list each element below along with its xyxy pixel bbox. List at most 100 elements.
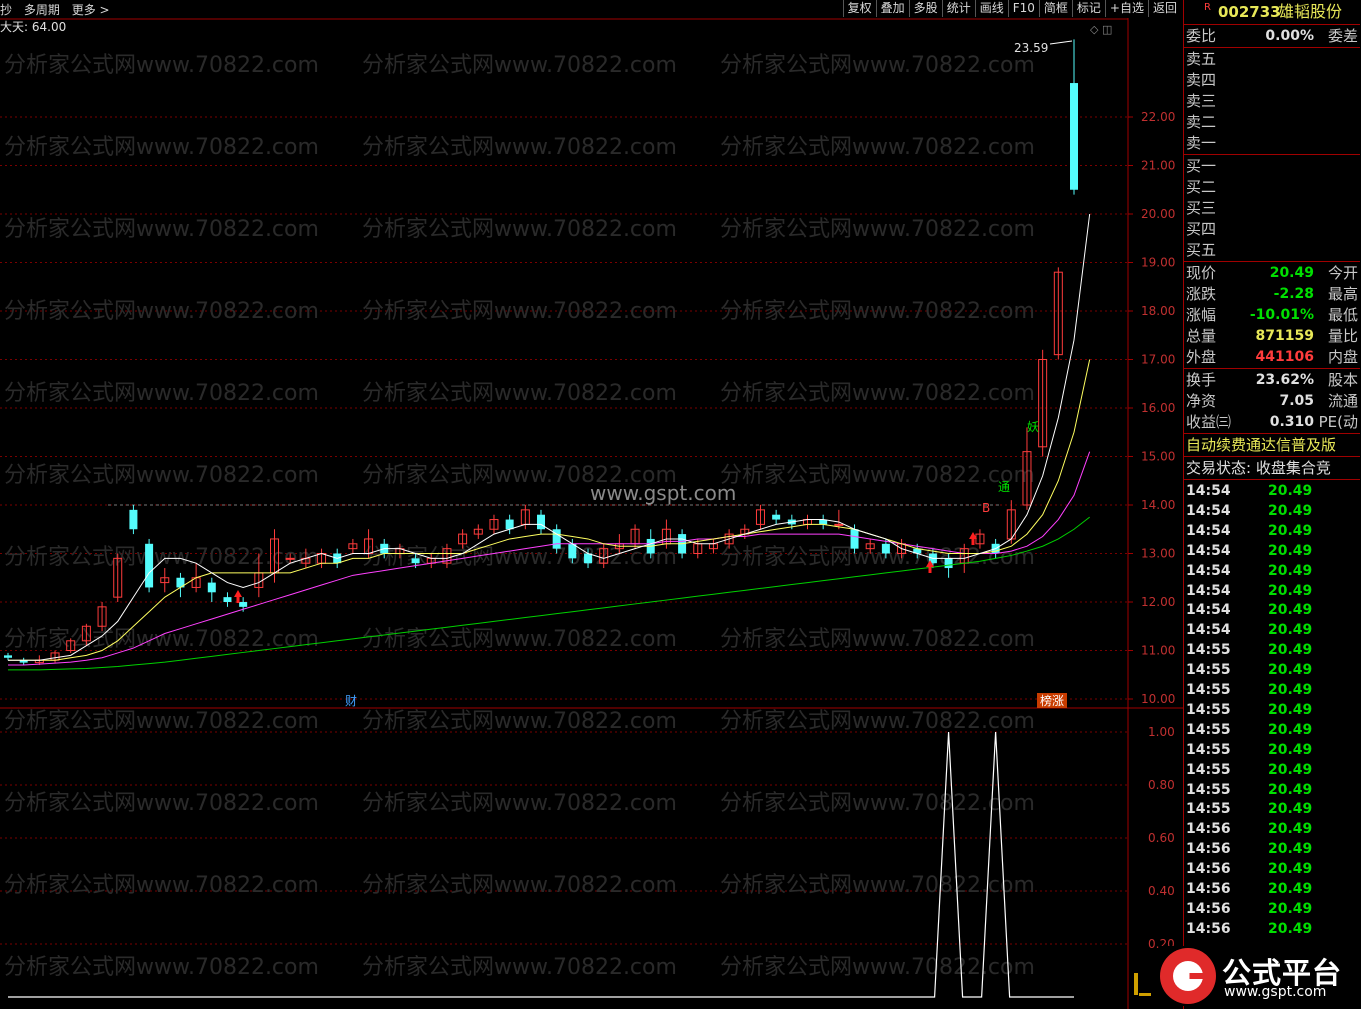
candle-body xyxy=(223,597,232,602)
tick-price: 20.49 xyxy=(1268,701,1313,718)
tick-time: 14:54 xyxy=(1186,483,1231,499)
sell-level-row: 卖二 xyxy=(1184,112,1360,132)
tick-time: 14:56 xyxy=(1186,841,1231,858)
tick-row: 14:54 20.49 xyxy=(1184,581,1360,601)
overlay-button[interactable]: 叠加 xyxy=(875,0,909,17)
stat-label: 现价 xyxy=(1186,264,1217,282)
toolbar-left: 抄 多周期 更多 > xyxy=(0,1,118,18)
r-flag: R xyxy=(1204,2,1211,13)
candle-body xyxy=(584,553,593,564)
tick-price: 20.49 xyxy=(1268,841,1313,858)
watermark-text: 分析家公式网www.70822.com xyxy=(362,381,677,406)
fuquan-button[interactable]: 复权 xyxy=(842,0,876,17)
tick-row: 14:56 20.49 xyxy=(1184,839,1360,859)
watermark-text: 分析家公式网www.70822.com xyxy=(362,791,677,816)
buy-level-row: 买三 xyxy=(1184,198,1360,218)
tick-time: 14:56 xyxy=(1186,920,1231,937)
sell-level-label: 卖四 xyxy=(1186,71,1217,89)
toolbar-item-multi-period[interactable]: 多周期 xyxy=(24,3,60,17)
logo-url: www.gspt.com xyxy=(1224,984,1327,1000)
tick-price: 20.49 xyxy=(1268,562,1313,579)
tick-time: 14:55 xyxy=(1186,741,1231,758)
buy-level-label: 买四 xyxy=(1186,220,1217,238)
tick-row: 14:54 20.49 xyxy=(1184,481,1360,501)
watermark-text: 分析家公式网www.70822.com xyxy=(362,299,677,324)
sell-level-row: 卖一 xyxy=(1184,133,1360,153)
fundamental-label: 换手 xyxy=(1186,371,1217,389)
watermark-text: 分析家公式网www.70822.com xyxy=(362,53,677,78)
watermark-text: 分析家公式网www.70822.com xyxy=(362,873,677,898)
add-watchlist-button[interactable]: +自选 xyxy=(1104,0,1148,17)
weicha-label: 委差 xyxy=(1327,27,1358,45)
watermark-text: 分析家公式网www.70822.com xyxy=(720,627,1035,652)
price-axis-label: 14.00 xyxy=(1141,498,1175,512)
watermark-gspt: www.gspt.com xyxy=(590,481,736,505)
tick-price: 20.49 xyxy=(1268,721,1313,738)
fundamental-value: 23.62% xyxy=(1255,372,1314,388)
fundamental-label-right: PE(动 xyxy=(1318,413,1358,431)
tick-row: 14:54 20.49 xyxy=(1184,620,1360,640)
tick-row: 14:55 20.49 xyxy=(1184,780,1360,800)
stat-value: 20.49 xyxy=(1269,265,1314,281)
kline-chart[interactable]: 22.00 21.00 20.00 19.00 18.00 17.00 16.00 15.00… xyxy=(0,18,1183,1009)
watermark-text: 分析家公式网www.70822.com xyxy=(720,545,1035,570)
quote-stat-row: 外盘 441106 内盘 xyxy=(1184,347,1360,367)
weibi-value: 0.00% xyxy=(1265,28,1314,44)
simple-frame-button[interactable]: 简框 xyxy=(1038,0,1072,17)
price-axis-label: 19.00 xyxy=(1141,256,1175,270)
tick-price: 20.49 xyxy=(1268,602,1313,619)
stats-button[interactable]: 统计 xyxy=(941,0,975,17)
tick-time: 14:54 xyxy=(1186,562,1231,579)
sub-axis-label: 0.60 xyxy=(1148,831,1175,845)
candle-body xyxy=(537,514,545,530)
candle-body xyxy=(834,523,844,526)
tick-time: 14:54 xyxy=(1186,582,1231,599)
tick-row: 14:56 20.49 xyxy=(1184,899,1360,919)
tick-row: 14:55 20.49 xyxy=(1184,760,1360,780)
watermark-text: 分析家公式网www.70822.com xyxy=(720,709,1035,734)
stat-value: 871159 xyxy=(1255,328,1314,344)
fundamental-row: 换手 23.62% 股本 xyxy=(1184,370,1360,390)
quote-stat-row: 涨幅 -10.01% 最低 xyxy=(1184,305,1360,325)
draw-line-button[interactable]: 画线 xyxy=(974,0,1008,17)
watermark-text: 分析家公式网www.70822.com xyxy=(4,53,319,78)
ticker-banner[interactable]: 自动续费通达信普及版 xyxy=(1184,435,1360,455)
stat-label: 涨幅 xyxy=(1186,306,1217,324)
buy-level-row: 买四 xyxy=(1184,219,1360,239)
watermark-text: 分析家公式网www.70822.com xyxy=(720,381,1035,406)
panel-separator xyxy=(1184,479,1360,480)
watermark-text: 分析家公式网www.70822.com xyxy=(720,135,1035,160)
quote-stat-row: 总量 871159 量比 xyxy=(1184,326,1360,346)
yao-marker: 妖 xyxy=(1027,420,1039,434)
fundamental-row: 收益㈢ 0.310 PE(动 xyxy=(1184,412,1360,432)
buy-level-label: 买三 xyxy=(1186,199,1217,217)
tick-row: 14:56 20.49 xyxy=(1184,819,1360,839)
tick-row: 14:54 20.49 xyxy=(1184,501,1360,521)
tick-time: 14:56 xyxy=(1186,881,1231,897)
toolbar-item-more[interactable]: 更多 > xyxy=(72,3,110,17)
multi-stock-button[interactable]: 多股 xyxy=(908,0,942,17)
toolbar-item-chao[interactable]: 抄 xyxy=(0,3,12,17)
watermark-text: 分析家公式网www.70822.com xyxy=(720,791,1035,816)
panel-separator xyxy=(1184,261,1360,262)
tick-time: 14:54 xyxy=(1186,542,1231,559)
fundamental-label: 净资 xyxy=(1186,392,1217,410)
watermark-text: 分析家公式网www.70822.com xyxy=(4,627,319,652)
tick-time: 14:54 xyxy=(1186,502,1231,519)
stat-label-right: 最低 xyxy=(1327,306,1358,324)
tick-time: 14:55 xyxy=(1186,701,1231,718)
buy-level-row: 买二 xyxy=(1184,177,1360,197)
tick-time: 14:54 xyxy=(1186,522,1231,539)
watermark-text: 分析家公式网www.70822.com xyxy=(362,627,677,652)
tick-price: 20.49 xyxy=(1268,542,1313,559)
fundamental-value: 7.05 xyxy=(1279,393,1314,409)
tick-row: 14:55 20.49 xyxy=(1184,680,1360,700)
fundamental-label-right: 股本 xyxy=(1327,371,1358,389)
f10-button[interactable]: F10 xyxy=(1007,0,1039,17)
tick-price: 20.49 xyxy=(1268,642,1313,659)
candle-body xyxy=(944,558,953,569)
sell-level-row: 卖五 xyxy=(1184,49,1360,69)
panel-separator xyxy=(1184,368,1360,369)
mark-button[interactable]: 标记 xyxy=(1071,0,1105,17)
back-button[interactable]: 返回 xyxy=(1147,0,1181,17)
